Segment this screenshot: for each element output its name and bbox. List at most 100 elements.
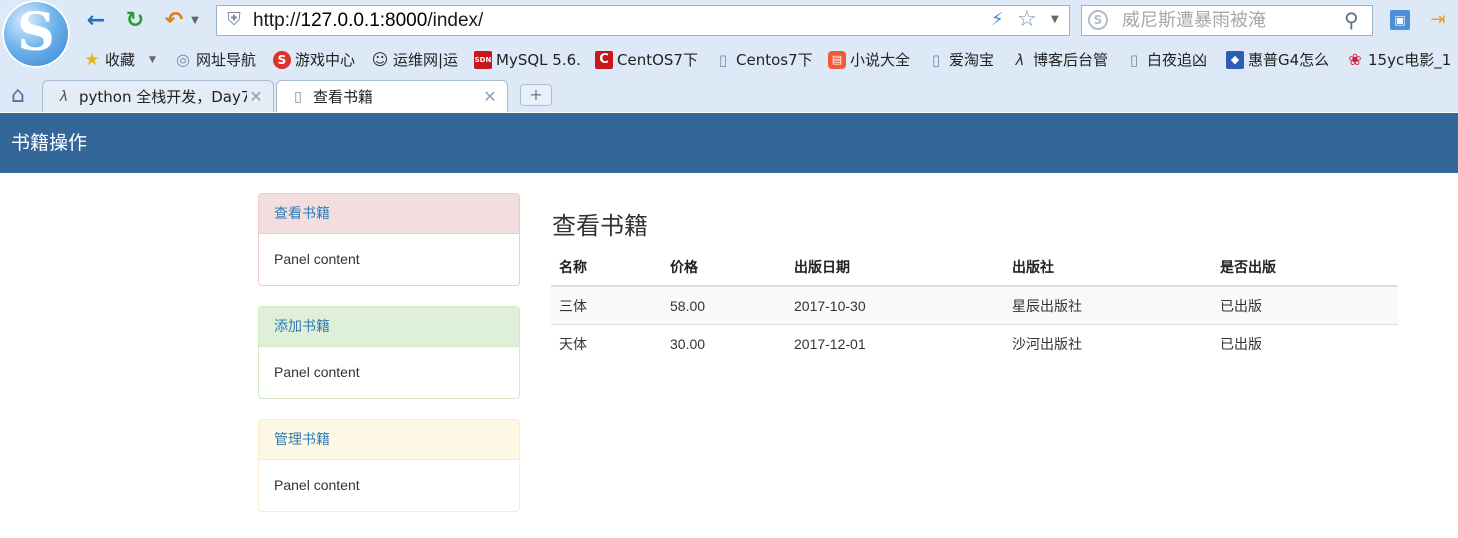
column-header-publish-date: 出版日期	[786, 249, 1004, 287]
column-header-name: 名称	[551, 249, 662, 287]
bookmark-label: 惠普G4怎么	[1248, 51, 1330, 69]
bookmark-item[interactable]: SDN MySQL 5.6.	[474, 48, 581, 72]
globe-icon: ◎	[176, 50, 190, 69]
navbar: 书籍操作	[0, 113, 1458, 173]
url-prefix: http://	[253, 10, 301, 31]
bookmark-label: Centos7下	[736, 51, 813, 69]
bookmark-label: 网址导航	[196, 51, 257, 69]
c-logo-icon: C	[595, 51, 613, 69]
login-icon[interactable]: ⇥	[1427, 10, 1449, 30]
panel-heading-manage-books[interactable]: 管理书籍	[259, 420, 519, 460]
cell-price: 58.00	[662, 285, 786, 325]
close-icon[interactable]: ✕	[247, 87, 265, 106]
csdn-icon: SDN	[474, 51, 492, 69]
panel-manage-books: 管理书籍 Panel content	[258, 419, 520, 512]
tab-python-blog[interactable]: λ python 全栈开发，Day7 ✕	[42, 80, 274, 112]
bookmark-item[interactable]: C CentOS7下	[595, 48, 698, 72]
panel-heading-view-books[interactable]: 查看书籍	[259, 194, 519, 234]
cell-name: 三体	[551, 285, 662, 325]
flower-icon: ❀	[1348, 50, 1362, 69]
search-input[interactable]	[1122, 8, 1332, 33]
paw-icon: ◆	[1226, 51, 1244, 69]
cell-name: 天体	[551, 324, 662, 362]
blog-icon: λ	[1015, 51, 1025, 69]
address-bar[interactable]: ⛨ http://127.0.0.1:8000/index/ ⚡ ☆ ▼	[216, 5, 1070, 36]
lightning-icon[interactable]: ⚡	[991, 9, 1004, 31]
bookmark-label: 白夜追凶	[1147, 51, 1208, 69]
bookmark-star-icon[interactable]: ☆	[1017, 7, 1037, 33]
column-header-published: 是否出版	[1212, 249, 1398, 287]
bookmark-item[interactable]: λ 博客后台管	[1011, 48, 1108, 72]
tab-label: 查看书籍	[313, 88, 374, 106]
bookmark-label: 15yc电影_1	[1368, 51, 1452, 69]
bookmark-label: 运维网|运	[393, 51, 459, 69]
tab-label: python 全栈开发，Day7	[79, 88, 247, 106]
star-icon: ★	[84, 50, 100, 70]
cell-published: 已出版	[1212, 285, 1398, 325]
bookmark-item[interactable]: ▯ 爱淘宝	[927, 48, 994, 72]
address-url[interactable]: http://127.0.0.1:8000/index/	[253, 6, 483, 35]
column-header-publisher: 出版社	[1004, 249, 1212, 287]
search-icon[interactable]: ⚲	[1344, 7, 1359, 33]
back-arrow-icon[interactable]: ←	[82, 7, 110, 35]
cell-published: 已出版	[1212, 324, 1398, 362]
page-icon: ▯	[294, 88, 302, 105]
cell-publisher: 沙河出版社	[1004, 324, 1212, 362]
bookmark-item[interactable]: ▯ Centos7下	[714, 48, 813, 72]
table-row: 天体 30.00 2017-12-01 沙河出版社 已出版	[551, 324, 1398, 362]
panel-heading-add-book[interactable]: 添加书籍	[259, 307, 519, 347]
bookmark-item[interactable]: ☺ 运维网|运	[371, 48, 458, 72]
tab-view-books[interactable]: ▯ 查看书籍 ✕	[276, 80, 508, 112]
column-header-price: 价格	[662, 249, 786, 287]
bookmark-label: 收藏	[105, 51, 136, 69]
bookmark-label: 博客后台管	[1033, 51, 1109, 69]
url-host: 127.0.0.1:8000	[300, 10, 428, 31]
bookmark-item[interactable]: ▯ 白夜追凶	[1125, 48, 1207, 72]
cell-publisher: 星辰出版社	[1004, 285, 1212, 325]
penguin-icon: ☺	[371, 50, 389, 69]
sogou-search-engine-icon[interactable]: S	[1088, 10, 1108, 30]
bookmark-item[interactable]: ❀ 15yc电影_1	[1346, 48, 1451, 72]
panel-add-book: 添加书籍 Panel content	[258, 306, 520, 399]
home-icon[interactable]: ⌂	[6, 84, 30, 108]
undo-dropdown-icon[interactable]: ▼	[188, 7, 202, 35]
browser-logo-icon[interactable]: S	[2, 0, 70, 68]
screenshot-tool-icon[interactable]: ▣	[1390, 10, 1410, 30]
cell-price: 30.00	[662, 324, 786, 362]
panel-body: Panel content	[274, 251, 360, 267]
url-path: /index/	[427, 10, 484, 31]
address-dropdown-icon[interactable]: ▼	[1051, 11, 1059, 29]
bookmark-item[interactable]: S 游戏中心	[273, 48, 355, 72]
bookmark-label: MySQL 5.6.	[496, 51, 581, 69]
bookmark-favorites[interactable]: ★ 收藏 ▼	[83, 48, 156, 72]
cell-publish-date: 2017-12-01	[786, 324, 1004, 362]
panel-body: Panel content	[274, 364, 360, 380]
page-icon: ▯	[1129, 51, 1139, 69]
new-tab-button[interactable]: +	[520, 84, 552, 106]
bookmark-item[interactable]: ◎ 网址导航	[174, 48, 256, 72]
search-box[interactable]: S ⚲	[1081, 5, 1373, 36]
bookmark-item[interactable]: ◆ 惠普G4怎么	[1226, 48, 1329, 72]
bookmark-label: 游戏中心	[295, 51, 356, 69]
shield-icon[interactable]: ⛨	[224, 10, 244, 30]
bookmark-item[interactable]: ▤ 小说大全	[828, 48, 910, 72]
refresh-icon[interactable]: ↻	[121, 7, 149, 35]
cell-publish-date: 2017-10-30	[786, 285, 1004, 325]
blog-icon: λ	[59, 88, 69, 105]
game-icon: S	[273, 51, 291, 69]
page-icon: ▯	[931, 51, 941, 69]
bookmark-label: 小说大全	[850, 51, 911, 69]
s-letter-icon: S	[17, 2, 55, 63]
bookmark-label: CentOS7下	[617, 51, 698, 69]
books-table: 名称 价格 出版日期 出版社 是否出版 三体 58.00 2017-10-30 …	[551, 249, 1398, 362]
page-icon: ▯	[718, 51, 728, 69]
close-icon[interactable]: ✕	[481, 87, 499, 106]
navbar-brand[interactable]: 书籍操作	[11, 113, 87, 173]
chevron-down-icon[interactable]: ▼	[149, 48, 156, 72]
panel-view-books: 查看书籍 Panel content	[258, 193, 520, 286]
table-header-row: 名称 价格 出版日期 出版社 是否出版	[551, 249, 1398, 287]
table-row: 三体 58.00 2017-10-30 星辰出版社 已出版	[551, 285, 1398, 325]
book-icon: ▤	[828, 51, 846, 69]
undo-icon[interactable]: ↶	[160, 7, 188, 35]
panel-body: Panel content	[274, 477, 360, 493]
